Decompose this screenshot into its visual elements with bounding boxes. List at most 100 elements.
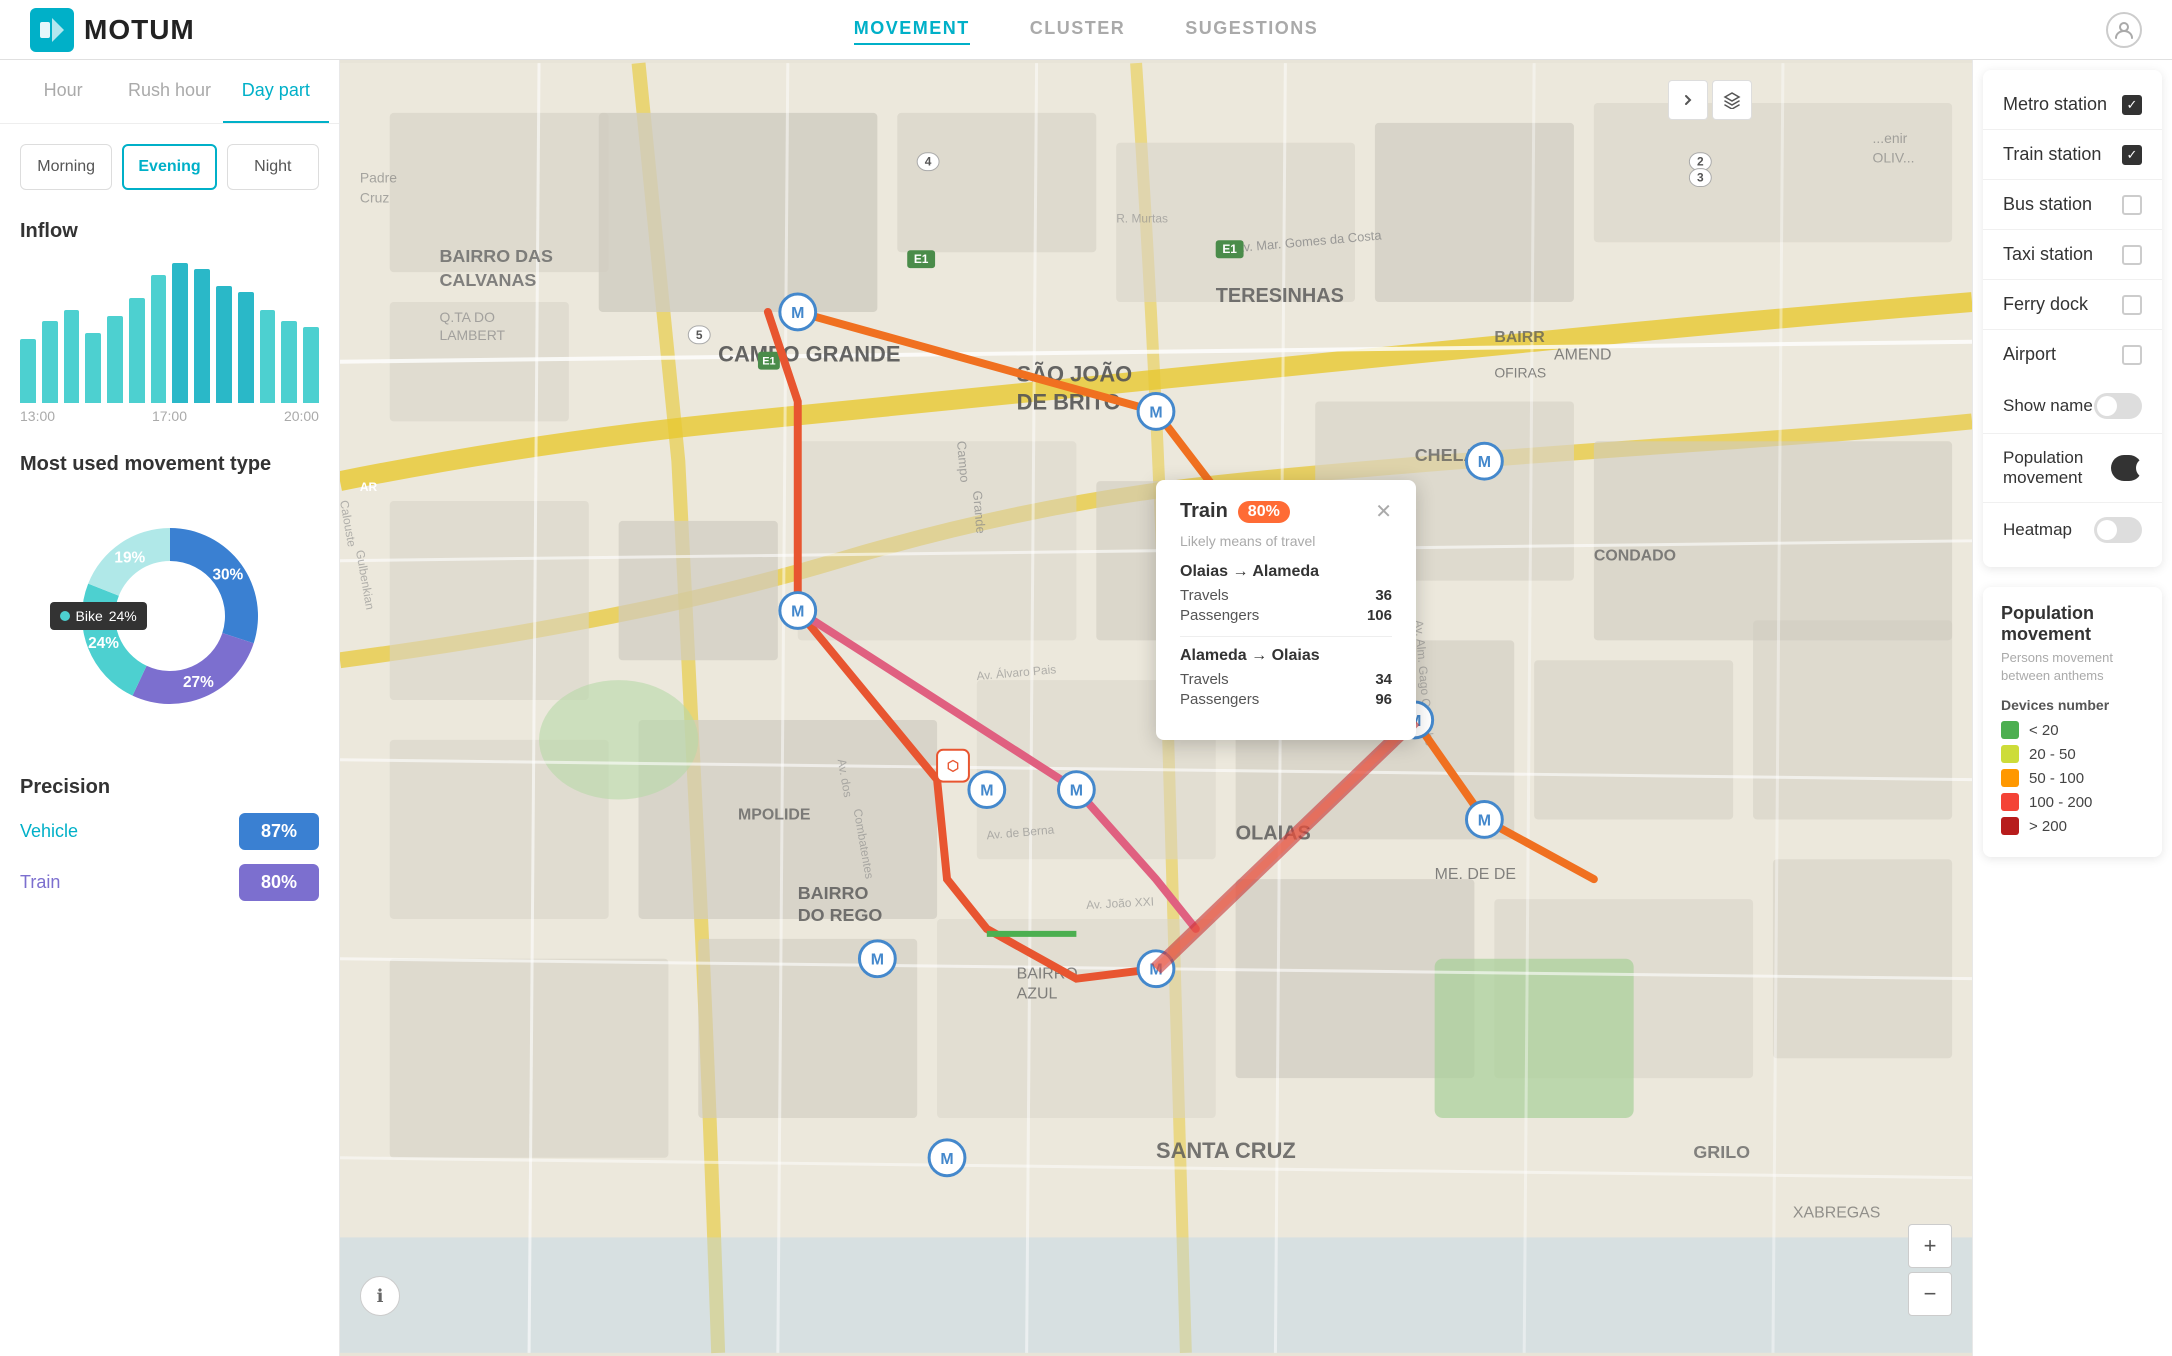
svg-text:BAIRR: BAIRR xyxy=(1494,329,1545,346)
legend-item-2: 50 - 100 xyxy=(2001,769,2144,787)
bar-5 xyxy=(129,298,145,403)
show-name-label: Show name xyxy=(2003,396,2093,416)
donut-label-3: 19% xyxy=(114,549,145,566)
legend-item-1: 20 - 50 xyxy=(2001,745,2144,763)
btn-evening[interactable]: Evening xyxy=(122,144,216,190)
popup-route1-travels: Travels 36 xyxy=(1180,587,1392,604)
svg-text:OLIV...: OLIV... xyxy=(1872,150,1914,166)
svg-text:...enir: ...enir xyxy=(1872,130,1907,146)
svg-text:BAIRRO DAS: BAIRRO DAS xyxy=(440,246,553,266)
precision-train-label: Train xyxy=(20,872,229,893)
zoom-out-button[interactable]: − xyxy=(1908,1272,1952,1316)
checklist-item-1: Train station✓ xyxy=(1983,130,2162,180)
travels-val: 36 xyxy=(1375,587,1392,604)
checklist-label-3: Taxi station xyxy=(2003,244,2093,265)
toggle-knob xyxy=(2097,396,2117,416)
inflow-title: Inflow xyxy=(0,200,339,253)
layers-btn[interactable] xyxy=(1712,80,1752,120)
heatmap-toggle[interactable] xyxy=(2094,517,2142,543)
checkbox-3[interactable] xyxy=(2122,245,2142,265)
checkbox-5[interactable] xyxy=(2122,345,2142,365)
bar-9 xyxy=(216,286,232,403)
legend-label-1: 20 - 50 xyxy=(2029,746,2076,763)
bar-7 xyxy=(172,263,188,403)
nav-movement[interactable]: MOVEMENT xyxy=(854,14,970,45)
svg-text:R. Murtas: R. Murtas xyxy=(1116,211,1168,225)
btn-morning[interactable]: Morning xyxy=(20,144,112,190)
svg-text:BAIRRO: BAIRRO xyxy=(798,883,869,903)
svg-text:3: 3 xyxy=(1697,171,1704,185)
svg-text:M: M xyxy=(1149,404,1162,421)
popup-header: Train 80% ✕ xyxy=(1180,500,1392,523)
devices-label: Devices number xyxy=(2001,697,2144,713)
map-area[interactable]: BAIRRO DAS CALVANAS Q.TA DO LAMBERT CAMP… xyxy=(340,60,1972,1356)
btn-night[interactable]: Night xyxy=(227,144,319,190)
travels-val-2: 34 xyxy=(1375,671,1392,688)
svg-text:M: M xyxy=(791,603,804,620)
donut-segment-0 xyxy=(170,528,258,643)
checkbox-0[interactable]: ✓ xyxy=(2122,95,2142,115)
svg-text:⬡: ⬡ xyxy=(947,758,959,774)
pop-movement-label: Population movement xyxy=(2003,448,2111,488)
popup-close-button[interactable]: ✕ xyxy=(1375,502,1392,522)
bar-label-0: 13:00 xyxy=(20,408,55,424)
passengers-label: Passengers xyxy=(1180,607,1259,624)
pop-movement-toggle[interactable] xyxy=(2111,455,2142,481)
svg-text:M: M xyxy=(871,952,884,969)
legend-color-3 xyxy=(2001,793,2019,811)
checkbox-1[interactable]: ✓ xyxy=(2122,145,2142,165)
legend-color-4 xyxy=(2001,817,2019,835)
donut-segment-1 xyxy=(132,633,253,704)
map-popup: Train 80% ✕ Likely means of travel Olaia… xyxy=(1156,480,1416,740)
bar-6 xyxy=(151,275,167,403)
checklist-panel: Metro station✓Train station✓Bus stationT… xyxy=(1983,70,2162,567)
popup-route2-travels: Travels 34 xyxy=(1180,671,1392,688)
checklist-item-0: Metro station✓ xyxy=(1983,80,2162,130)
tab-day-part[interactable]: Day part xyxy=(223,60,329,123)
inflow-chart: 13:00 17:00 20:00 xyxy=(0,253,339,433)
popup-subtitle: Likely means of travel xyxy=(1180,533,1392,549)
pop-legend-subtitle: Persons movement between anthems xyxy=(2001,649,2144,685)
svg-text:XABREGAS: XABREGAS xyxy=(1793,1205,1881,1222)
zoom-in-button[interactable]: + xyxy=(1908,1224,1952,1268)
user-icon[interactable] xyxy=(2106,12,2142,48)
nav-suggestions[interactable]: SUGESTIONS xyxy=(1185,14,1318,45)
toggle-pop-movement: Population movement xyxy=(1983,434,2162,503)
tab-rush-hour[interactable]: Rush hour xyxy=(116,60,222,123)
svg-text:E1: E1 xyxy=(762,356,775,368)
precision-vehicle-label: Vehicle xyxy=(20,821,229,842)
checklist-item-4: Ferry dock xyxy=(1983,280,2162,330)
tab-hour[interactable]: Hour xyxy=(10,60,116,123)
svg-text:E1: E1 xyxy=(914,252,929,266)
legend-item-3: 100 - 200 xyxy=(2001,793,2144,811)
donut-section: 30%27%24%19% Bike 24% xyxy=(0,486,339,756)
svg-text:M: M xyxy=(980,783,993,800)
passengers-label-2: Passengers xyxy=(1180,691,1259,708)
chevron-right-btn[interactable] xyxy=(1668,80,1708,120)
svg-text:ME. DE DE: ME. DE DE xyxy=(1435,866,1516,883)
svg-text:5: 5 xyxy=(696,328,703,342)
svg-text:CALVANAS: CALVANAS xyxy=(440,270,537,290)
map-info-button[interactable]: ℹ xyxy=(360,1276,400,1316)
legend-color-2 xyxy=(2001,769,2019,787)
svg-text:M: M xyxy=(1478,454,1491,471)
show-name-toggle[interactable] xyxy=(2094,393,2142,419)
passengers-val-2: 96 xyxy=(1375,691,1392,708)
pop-legend: Population movement Persons movement bet… xyxy=(1983,587,2162,857)
popup-type: Train xyxy=(1180,500,1228,523)
checkbox-4[interactable] xyxy=(2122,295,2142,315)
svg-text:AMEND: AMEND xyxy=(1554,347,1611,364)
travels-label-2: Travels xyxy=(1180,671,1229,688)
svg-text:E1: E1 xyxy=(1222,242,1237,256)
bar-label-1: 17:00 xyxy=(152,408,187,424)
precision-train-badge: 80% xyxy=(239,864,319,901)
popup-route2-title: Alameda → Olaias xyxy=(1180,647,1392,665)
bars xyxy=(20,263,319,403)
logo-icon xyxy=(30,8,74,52)
donut-label-1: 27% xyxy=(182,674,213,691)
time-tabs: Hour Rush hour Day part xyxy=(0,60,339,124)
svg-text:4: 4 xyxy=(925,155,932,169)
popup-route1: Olaias → Alameda Travels 36 Passengers 1… xyxy=(1180,563,1392,624)
checkbox-2[interactable] xyxy=(2122,195,2142,215)
nav-cluster[interactable]: CLUSTER xyxy=(1030,14,1126,45)
